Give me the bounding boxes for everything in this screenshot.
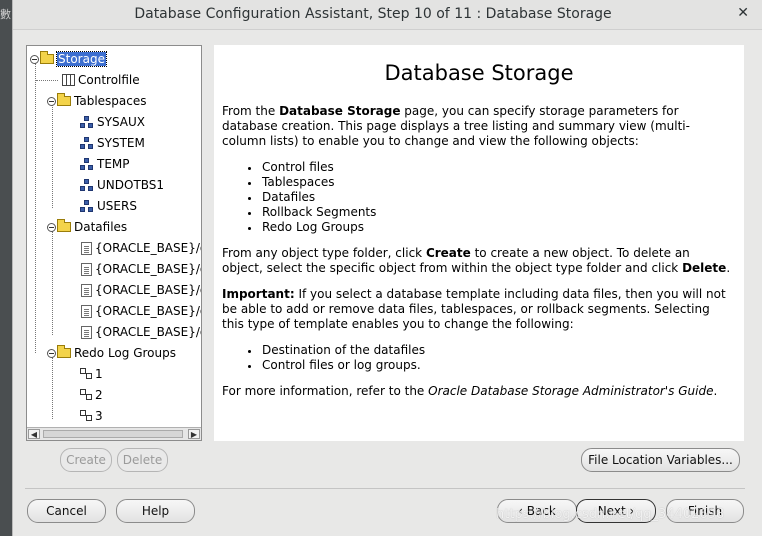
dbca-dialog: Database Configuration Assistant, Step 1… [12, 0, 762, 536]
collapse-icon[interactable] [47, 348, 56, 358]
list-item: Destination of the datafiles [244, 343, 425, 358]
log-group-icon [80, 368, 93, 380]
tree-node-label: {ORACLE_BASE}/o [95, 325, 202, 339]
tree-node-datafiles[interactable]: Datafiles [47, 217, 127, 237]
tree-node-label: {ORACLE_BASE}/o [95, 241, 202, 255]
help-button[interactable]: Help [116, 499, 195, 523]
tree-node-controlfile[interactable]: Controlfile [62, 70, 140, 90]
tree-connector [36, 80, 58, 81]
tree-node-redo-log-group[interactable]: 2 [80, 385, 103, 405]
folder-icon [57, 93, 71, 106]
tree-node-datafile[interactable]: {ORACLE_BASE}/o [81, 301, 202, 321]
tablespace-icon [80, 199, 94, 213]
title-bar: Database Configuration Assistant, Step 1… [13, 0, 762, 30]
intro-paragraph: From the Database Storage page, you can … [222, 104, 690, 148]
log-group-icon [80, 410, 93, 422]
tree-node-label: {ORACLE_BASE}/o [95, 262, 202, 276]
more-info-paragraph: For more information, refer to the Oracl… [222, 384, 718, 398]
tree-node-label: {ORACLE_BASE}/o [95, 304, 202, 318]
tree-connector [52, 104, 53, 208]
footer-divider [25, 488, 745, 489]
tree-node-label: USERS [97, 199, 137, 213]
scroll-left-arrow-icon[interactable]: ◀ [28, 429, 40, 439]
datafile-icon [81, 241, 92, 255]
tree-node-redo-log-group[interactable]: 3 [80, 406, 103, 426]
tree-node-tablespaces[interactable]: Tablespaces [47, 91, 147, 111]
tree-node-label: Tablespaces [74, 94, 147, 108]
create-delete-paragraph: From any object type folder, click Creat… [222, 246, 731, 275]
delete-button[interactable]: Delete [117, 448, 168, 472]
tree-node-storage[interactable]: Storage [30, 49, 107, 69]
file-location-variables-button[interactable]: File Location Variables... [581, 448, 740, 472]
tree-node-tablespace[interactable]: SYSAUX [80, 112, 145, 132]
controlfile-icon [62, 74, 75, 86]
list-item: Control files [244, 160, 376, 175]
tree-node-label: Datafiles [74, 220, 128, 234]
tree-node-label: 3 [95, 409, 103, 423]
scrollbar-thumb[interactable] [43, 430, 183, 438]
create-button[interactable]: Create [60, 448, 112, 472]
tree-node-tablespace[interactable]: USERS [80, 196, 137, 216]
tree-node-label: Storage [56, 51, 107, 67]
tree-node-redo-log-groups[interactable]: Redo Log Groups [47, 343, 176, 363]
window-title: Database Configuration Assistant, Step 1… [134, 6, 612, 22]
tree-node-datafile[interactable]: {ORACLE_BASE}/o [81, 322, 202, 342]
tree-connector [35, 63, 36, 353]
folder-icon [57, 345, 71, 358]
storage-tree[interactable]: Storage Controlfile Tablespaces SYSAUX S… [26, 45, 202, 441]
cancel-button[interactable]: Cancel [27, 499, 106, 523]
tree-connector [52, 231, 53, 335]
important-paragraph: Important: If you select a database temp… [222, 287, 726, 331]
help-content-panel: Database Storage From the Database Stora… [214, 45, 744, 441]
objects-list: Control files Tablespaces Datafiles Roll… [244, 160, 376, 235]
tree-node-tablespace[interactable]: UNDOTBS1 [80, 175, 164, 195]
watermark: https://blog.csdn.net/qq_34402698 [496, 507, 725, 522]
list-item: Control files or log groups. [244, 358, 425, 373]
tree-node-datafile[interactable]: {ORACLE_BASE}/o [81, 280, 202, 300]
tree-node-label: TEMP [97, 157, 130, 171]
datafile-icon [81, 325, 92, 339]
tree-node-datafile[interactable]: {ORACLE_BASE}/o [81, 238, 202, 258]
tree-node-label: Controlfile [78, 73, 140, 87]
tree-node-tablespace[interactable]: TEMP [80, 154, 130, 174]
list-item: Tablespaces [244, 175, 376, 190]
tree-node-label: SYSTEM [97, 136, 145, 150]
folder-icon [57, 219, 71, 232]
tree-connector [52, 357, 53, 419]
background-window-glyph: 數 [0, 8, 11, 21]
tree-node-label: SYSAUX [97, 115, 145, 129]
log-group-icon [80, 389, 93, 401]
datafile-icon [81, 283, 92, 297]
tree-node-label: Redo Log Groups [74, 346, 176, 360]
datafile-icon [81, 262, 92, 276]
changeables-list: Destination of the datafiles Control fil… [244, 343, 425, 373]
background-window-edge: 數 [0, 0, 12, 536]
collapse-icon[interactable] [30, 54, 39, 64]
list-item: Redo Log Groups [244, 220, 376, 235]
datafile-icon [81, 304, 92, 318]
scroll-right-arrow-icon[interactable]: ▶ [188, 429, 200, 439]
tree-node-redo-log-group[interactable]: 1 [80, 364, 103, 384]
close-icon[interactable]: ✕ [737, 5, 749, 21]
tree-node-label: {ORACLE_BASE}/o [95, 283, 202, 297]
list-item: Datafiles [244, 190, 376, 205]
tablespace-icon [80, 157, 94, 171]
tablespace-icon [80, 178, 94, 192]
tree-node-datafile[interactable]: {ORACLE_BASE}/o [81, 259, 202, 279]
tree-node-label: UNDOTBS1 [97, 178, 165, 192]
list-item: Rollback Segments [244, 205, 376, 220]
tablespace-icon [80, 136, 94, 150]
collapse-icon[interactable] [47, 96, 56, 106]
tablespace-icon [80, 115, 94, 129]
content-title: Database Storage [384, 61, 574, 85]
tree-node-label: 2 [95, 388, 103, 402]
collapse-icon[interactable] [47, 222, 56, 232]
tree-node-tablespace[interactable]: SYSTEM [80, 133, 145, 153]
tree-node-label: 1 [95, 367, 103, 381]
folder-icon [40, 51, 54, 64]
tree-horizontal-scrollbar[interactable]: ◀ ▶ [27, 427, 201, 440]
